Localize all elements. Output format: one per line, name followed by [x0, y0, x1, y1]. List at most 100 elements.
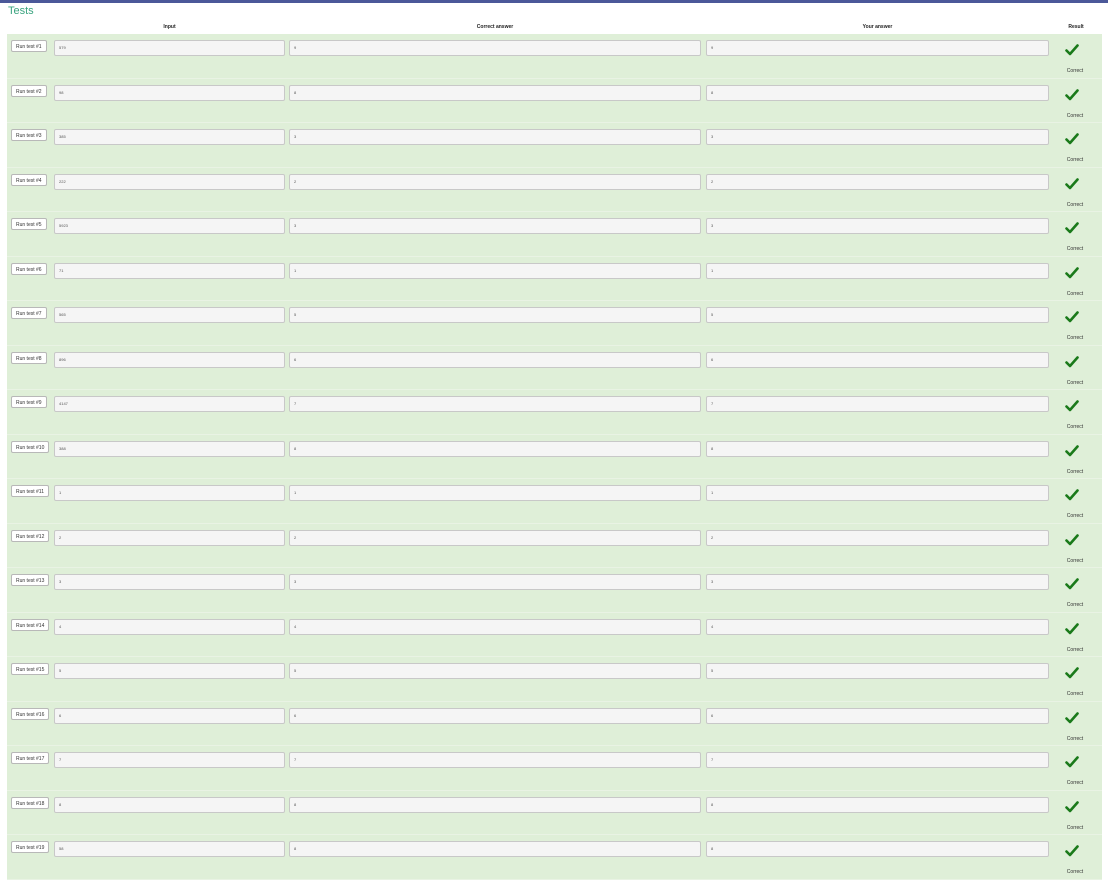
run-test-button[interactable]: Run test #12: [11, 529, 50, 542]
test-input-field[interactable]: 5923: [54, 218, 285, 234]
your-answer-field[interactable]: 8: [706, 841, 1049, 857]
your-answer-field[interactable]: 2: [706, 529, 1049, 546]
your-answer-field[interactable]: 5: [706, 663, 1049, 679]
column-header-your-answer: Your answer: [862, 24, 893, 30]
test-input-field[interactable]: 579: [54, 40, 285, 56]
correct-answer-field[interactable]: 5: [289, 663, 701, 679]
test-input-field[interactable]: 4: [54, 618, 285, 635]
test-input-field[interactable]: 565: [54, 307, 285, 323]
correct-answer-field[interactable]: 5: [289, 307, 701, 323]
test-input-field[interactable]: 896: [54, 351, 285, 368]
your-answer-field[interactable]: 1: [706, 262, 1049, 279]
correct-answer-field[interactable]: 8: [289, 796, 701, 813]
run-test-button[interactable]: Run test #11: [11, 485, 49, 497]
test-input-field[interactable]: 58: [54, 841, 285, 857]
run-test-button[interactable]: Run test #6: [11, 262, 47, 275]
run-test-button[interactable]: Run test #10: [11, 440, 50, 453]
your-answer-field[interactable]: 2: [706, 173, 1049, 190]
your-answer-field[interactable]: 3: [706, 129, 1049, 145]
correct-answer-field[interactable]: 9: [289, 40, 701, 56]
result-status-label: Correct: [1066, 68, 1084, 74]
correct-answer-field[interactable]: 3: [289, 574, 701, 590]
run-test-button[interactable]: Run test #4: [11, 173, 47, 186]
result-status-label: Correct: [1066, 602, 1084, 608]
result-status-label: Correct: [1066, 246, 1084, 252]
test-input-field[interactable]: 2: [54, 529, 285, 546]
correct-answer-field[interactable]: 3: [289, 129, 701, 145]
correct-answer-field[interactable]: 3: [289, 218, 701, 234]
correct-answer-field[interactable]: 7: [289, 752, 701, 768]
your-answer-field[interactable]: 3: [706, 218, 1049, 234]
run-test-button[interactable]: Run test #14: [11, 618, 50, 631]
correct-answer-field[interactable]: 8: [289, 841, 701, 857]
run-test-button[interactable]: Run test #16: [11, 707, 50, 720]
run-test-button[interactable]: Run test #17: [11, 752, 50, 764]
result-status-label: Correct: [1066, 691, 1084, 697]
test-input-field[interactable]: 71: [54, 262, 285, 279]
check-icon: [1065, 578, 1079, 590]
run-test-button[interactable]: Run test #2: [11, 84, 47, 97]
test-row: Run test #16 6 6 6 Correct: [7, 701, 1102, 746]
your-answer-field[interactable]: 7: [706, 752, 1049, 768]
correct-answer-field[interactable]: 1: [289, 485, 701, 501]
run-test-button[interactable]: Run test #8: [11, 351, 47, 364]
run-test-button[interactable]: Run test #9: [11, 396, 47, 408]
correct-answer-field[interactable]: 7: [289, 396, 701, 412]
test-row: Run test #3 385 3 3 Correct: [7, 123, 1102, 168]
test-row: Run test #14 4 4 4 Correct: [7, 612, 1102, 657]
your-answer-field[interactable]: 5: [706, 307, 1049, 323]
test-input-field[interactable]: 3: [54, 574, 285, 590]
test-row: Run test #15 5 5 5 Correct: [7, 657, 1102, 702]
run-test-button[interactable]: Run test #18: [11, 796, 50, 809]
your-answer-field[interactable]: 6: [706, 707, 1049, 724]
correct-answer-field[interactable]: 8: [289, 440, 701, 457]
correct-answer-field[interactable]: 2: [289, 529, 701, 546]
test-input-field[interactable]: 6: [54, 707, 285, 724]
test-input-field[interactable]: 8: [54, 796, 285, 813]
correct-answer-field[interactable]: 2: [289, 173, 701, 190]
your-answer-field[interactable]: 7: [706, 396, 1049, 412]
test-row: Run test #17 7 7 7 Correct: [7, 746, 1102, 791]
test-row: Run test #18 8 8 8 Correct: [7, 790, 1102, 835]
test-input-field[interactable]: 388: [54, 440, 285, 457]
test-row: Run test #11 1 1 1 Correct: [7, 479, 1102, 524]
result-status-label: Correct: [1066, 290, 1084, 297]
test-row: Run test #12 2 2 2 Correct: [7, 523, 1102, 568]
test-input-field[interactable]: 98: [54, 84, 285, 101]
run-test-button[interactable]: Run test #7: [11, 307, 47, 319]
correct-answer-field[interactable]: 6: [289, 351, 701, 368]
your-answer-field[interactable]: 8: [706, 440, 1049, 457]
run-test-button[interactable]: Run test #3: [11, 129, 47, 141]
run-test-button[interactable]: Run test #5: [11, 218, 47, 230]
test-input-field[interactable]: 7: [54, 752, 285, 768]
check-icon: [1065, 533, 1079, 545]
test-row: Run test #9 4147 7 7 Correct: [7, 390, 1102, 435]
run-test-button[interactable]: Run test #1: [11, 40, 47, 52]
run-test-button[interactable]: Run test #15: [11, 663, 50, 675]
your-answer-field[interactable]: 6: [706, 351, 1049, 368]
test-input-field[interactable]: 1: [54, 485, 285, 501]
check-icon: [1065, 667, 1079, 679]
your-answer-field[interactable]: 1: [706, 485, 1049, 501]
run-test-button[interactable]: Run test #13: [11, 574, 50, 586]
correct-answer-field[interactable]: 6: [289, 707, 701, 724]
your-answer-field[interactable]: 8: [706, 84, 1049, 101]
test-input-field[interactable]: 5: [54, 663, 285, 679]
test-input-field[interactable]: 385: [54, 129, 285, 145]
test-row: Run test #10 388 8 8 Correct: [7, 434, 1102, 479]
your-answer-field[interactable]: 8: [706, 796, 1049, 813]
result-status-label: Correct: [1066, 780, 1084, 786]
test-input-field[interactable]: 222: [54, 173, 285, 190]
your-answer-field[interactable]: 3: [706, 574, 1049, 590]
correct-answer-field[interactable]: 4: [289, 618, 701, 635]
your-answer-field[interactable]: 4: [706, 618, 1049, 635]
run-test-button[interactable]: Run test #19: [11, 841, 50, 853]
check-icon: [1065, 355, 1079, 367]
correct-answer-field[interactable]: 8: [289, 84, 701, 101]
your-answer-field[interactable]: 9: [706, 40, 1049, 56]
test-row: Run test #8 896 6 6 Correct: [7, 345, 1102, 390]
check-icon: [1065, 756, 1079, 768]
correct-answer-field[interactable]: 1: [289, 262, 701, 279]
test-input-field[interactable]: 4147: [54, 396, 285, 412]
result-status-label: Correct: [1066, 157, 1084, 163]
